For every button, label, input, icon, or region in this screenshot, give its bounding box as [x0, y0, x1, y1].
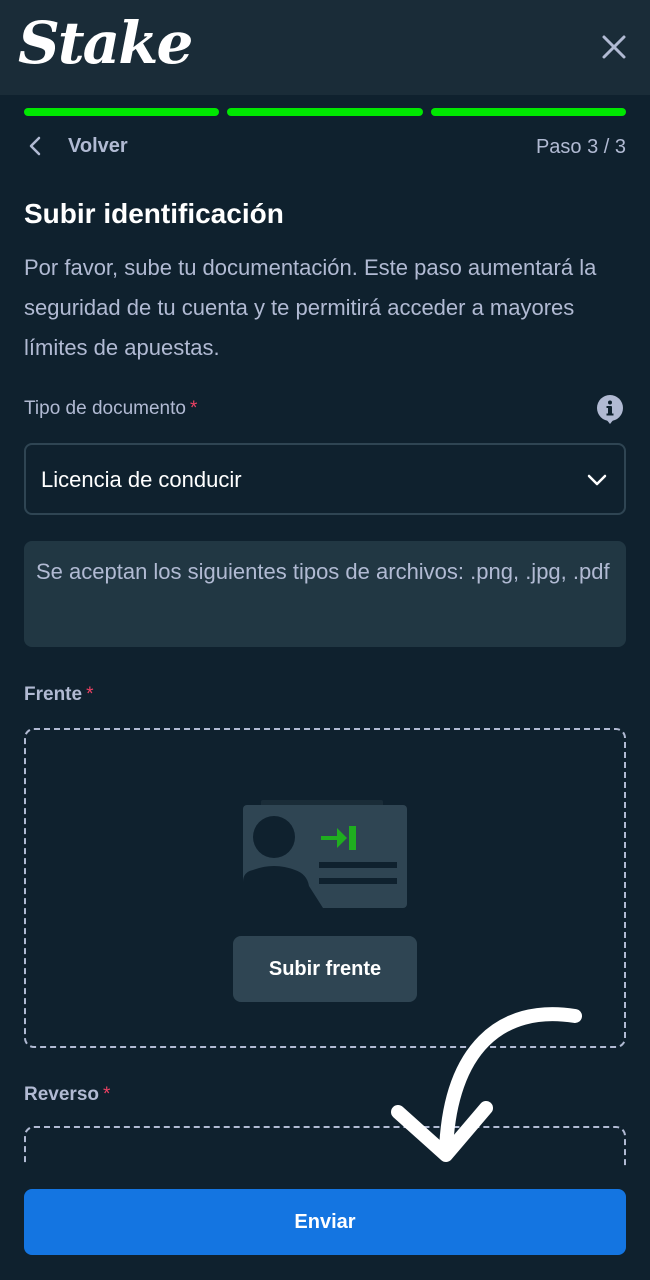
info-icon[interactable]	[596, 395, 624, 425]
page-title: Subir identificación	[24, 198, 284, 229]
page-description: Por favor, sube tu documentación. Este p…	[24, 255, 597, 360]
back-label: Volver	[68, 134, 128, 157]
step-nav: Volver Paso 3 / 3	[24, 134, 626, 164]
chevron-left-icon	[29, 136, 41, 156]
id-card-upload-icon	[243, 800, 407, 908]
file-types-note: Se aceptan los siguientes tipos de archi…	[24, 541, 626, 647]
front-label: Frente *	[24, 684, 93, 706]
doc-type-label-text: Tipo de documento	[24, 398, 186, 419]
upload-front-button[interactable]: Subir frente	[233, 936, 417, 1002]
progress-step-3	[430, 108, 626, 116]
back-side-label: Reverso *	[24, 1084, 110, 1106]
curved-arrow-icon	[391, 1007, 582, 1162]
progress-step-1	[24, 108, 220, 116]
required-mark: *	[103, 1084, 111, 1105]
submit-button[interactable]: Enviar	[24, 1189, 626, 1255]
top-bar: Stake	[0, 0, 650, 95]
chevron-down-icon	[587, 474, 607, 486]
progress-step-2	[227, 108, 423, 116]
close-icon[interactable]	[600, 33, 628, 61]
stake-logo[interactable]: Stake	[18, 8, 193, 78]
doc-type-select[interactable]: Licencia de conducir	[24, 443, 626, 515]
front-label-text: Frente	[24, 684, 83, 705]
required-mark: *	[189, 398, 198, 419]
required-mark: *	[86, 684, 94, 705]
step-indicator: Paso 3 / 3	[535, 136, 626, 158]
back-side-label-text: Reverso	[24, 1084, 99, 1105]
doc-type-value: Licencia de conducir	[41, 467, 242, 492]
step-progress	[24, 108, 626, 116]
back-button[interactable]: Volver	[24, 134, 128, 158]
doc-type-label: Tipo de documento *	[24, 398, 197, 420]
